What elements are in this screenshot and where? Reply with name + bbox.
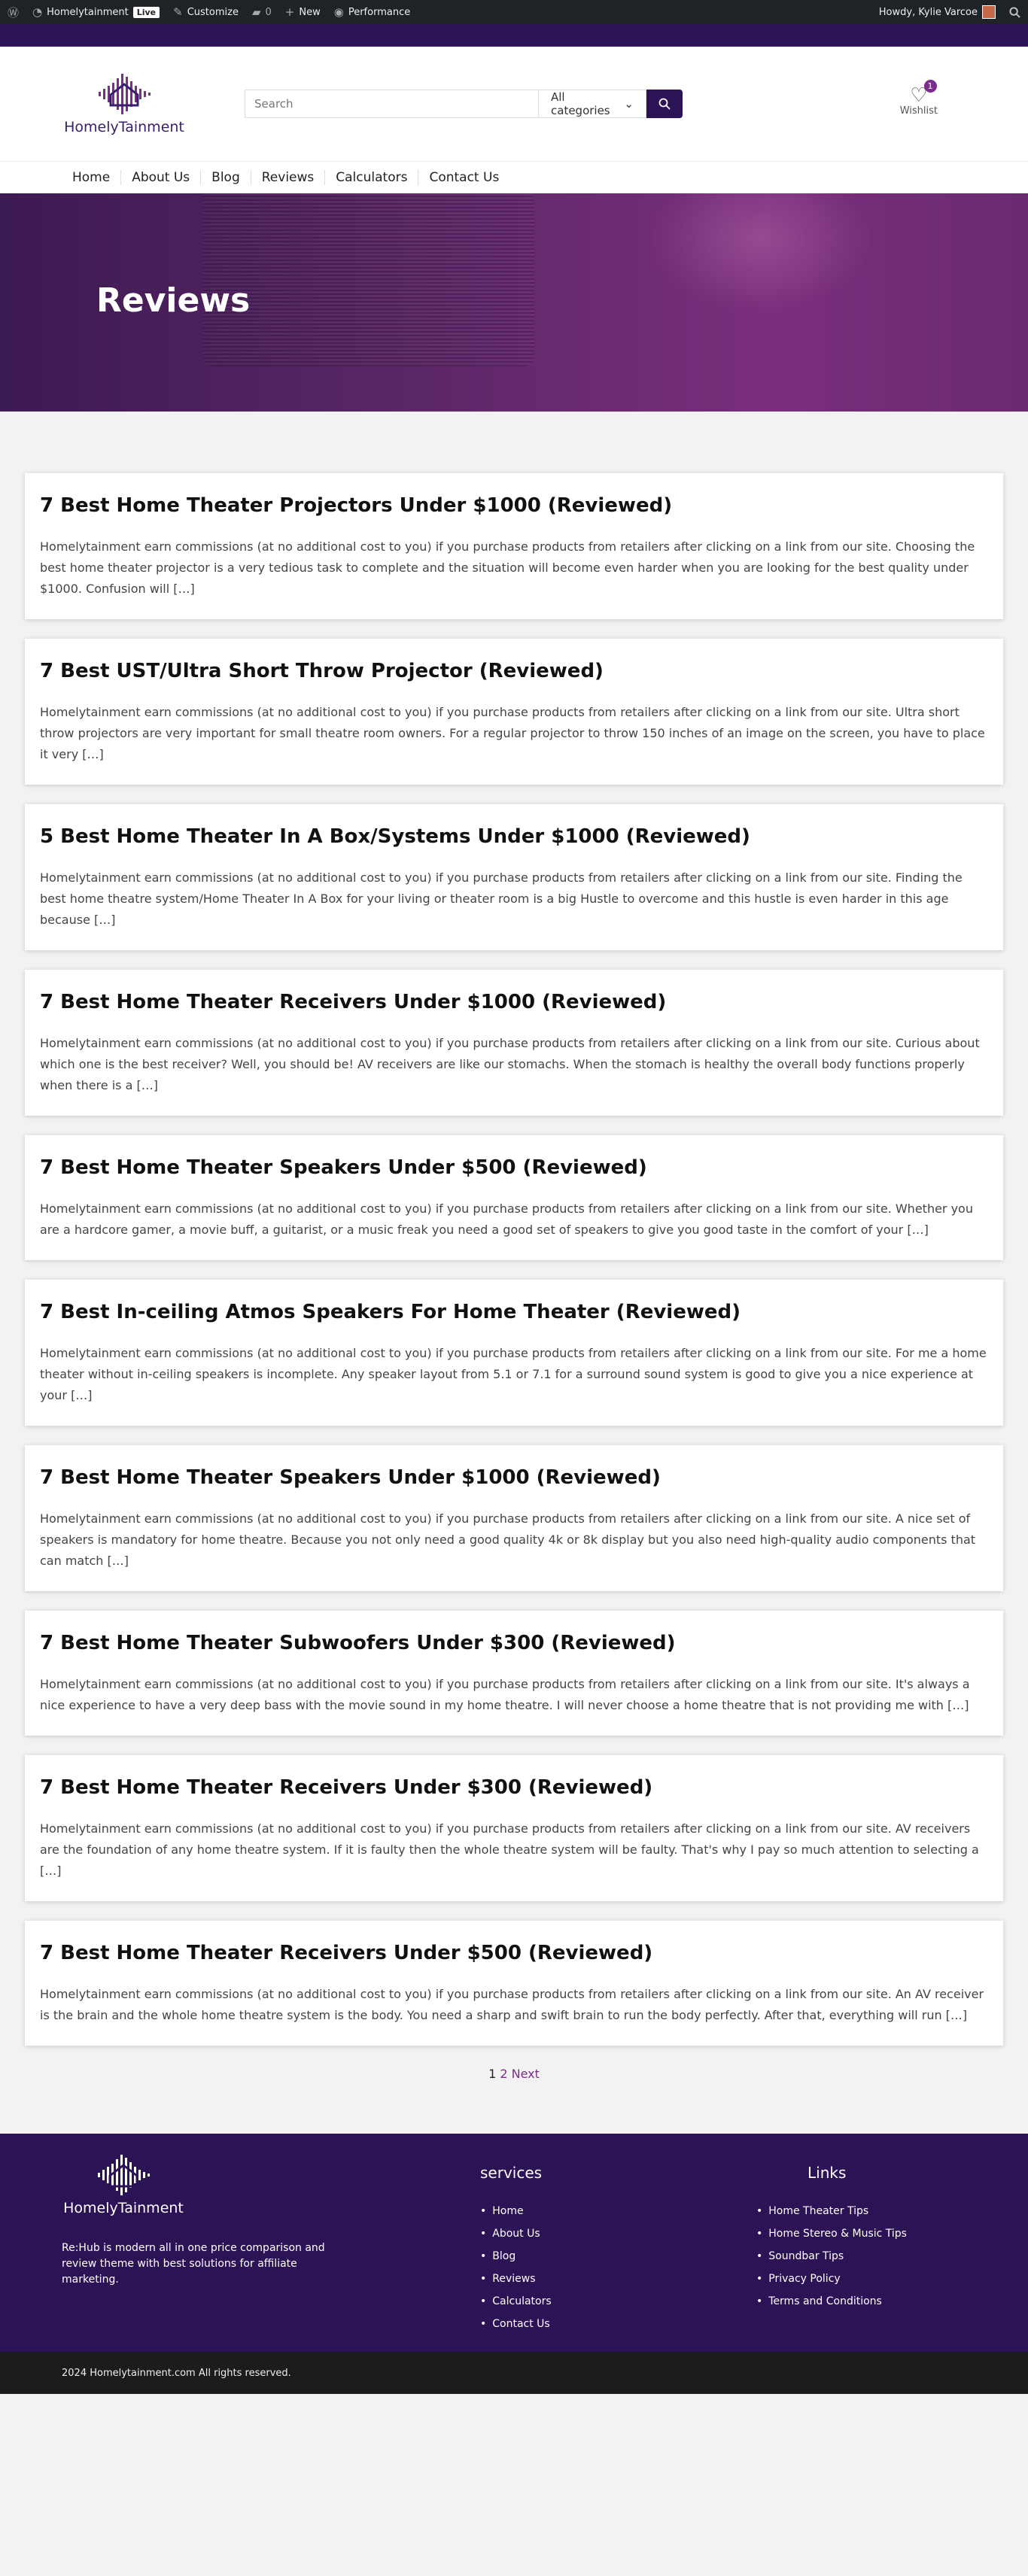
admin-site-link[interactable]: ◔ Homelytainment Live — [32, 5, 160, 19]
top-strip — [0, 24, 1028, 47]
footer-logo-mark-icon — [98, 2155, 150, 2195]
wordpress-logo-icon[interactable]: Ⓦ — [8, 5, 19, 20]
post-excerpt: Homelytainment earn commissions (at no a… — [40, 1677, 970, 1712]
post-excerpt: Homelytainment earn commissions (at no a… — [40, 1036, 980, 1092]
site-header: HomelyTainment All categories ⌄ ♡1 Wishl… — [0, 47, 1028, 161]
post-excerpt: Homelytainment earn commissions (at no a… — [40, 705, 985, 761]
post-excerpt: Homelytainment earn commissions (at no a… — [40, 1346, 987, 1402]
dashboard-icon: ◔ — [32, 5, 43, 19]
site-logo[interactable]: HomelyTainment — [60, 72, 188, 135]
nav-item-blog[interactable]: Blog — [201, 170, 251, 185]
pagination-next[interactable]: Next — [512, 2067, 540, 2081]
footer-links-title: Links — [807, 2164, 847, 2182]
comments-link[interactable]: ▰ 0 — [252, 5, 272, 19]
pagination: 1 2 Next — [0, 2065, 1028, 2134]
footer-link-home[interactable]: Home — [480, 2200, 552, 2222]
nav-item-home[interactable]: Home — [62, 170, 122, 185]
category-select[interactable]: All categories ⌄ — [538, 90, 646, 118]
chevron-down-icon: ⌄ — [624, 97, 634, 111]
pagination-current: 1 — [488, 2067, 497, 2081]
logo-mark-icon — [99, 74, 151, 114]
performance-icon: ◉ — [333, 5, 344, 19]
search-button[interactable] — [646, 90, 683, 118]
post-excerpt: Homelytainment earn commissions (at no a… — [40, 1511, 976, 1568]
wishlist-count-badge: 1 — [923, 80, 937, 93]
footer-logo-text: HomelyTainment — [63, 2200, 184, 2216]
main-nav: Home About Us Blog Reviews Calculators C… — [0, 161, 1028, 193]
footer-link-terms[interactable]: Terms and Conditions — [756, 2290, 907, 2313]
post-title[interactable]: 7 Best Home Theater Receivers Under $500… — [40, 1942, 988, 1964]
post-excerpt: Homelytainment earn commissions (at no a… — [40, 1201, 973, 1237]
footer-link-about-us[interactable]: About Us — [480, 2222, 552, 2245]
customize-link[interactable]: ✎ Customize — [173, 5, 239, 19]
brush-icon: ✎ — [173, 5, 183, 19]
heart-icon: ♡ 1 — [910, 80, 937, 105]
post-card: 7 Best Home Theater Speakers Under $500 … — [25, 1135, 1003, 1260]
post-title[interactable]: 7 Best Home Theater Projectors Under $10… — [40, 494, 988, 517]
post-card: 7 Best Home Theater Receivers Under $500… — [25, 1921, 1003, 2046]
footer-link-reviews[interactable]: Reviews — [480, 2268, 552, 2290]
copyright-text: 2024 Homelytainment.com All rights reser… — [62, 2367, 291, 2379]
nav-item-contact-us[interactable]: Contact Us — [418, 170, 509, 185]
post-title[interactable]: 7 Best Home Theater Speakers Under $1000… — [40, 1466, 988, 1489]
account-menu[interactable]: Howdy, Kylie Varcoe — [879, 5, 996, 19]
footer-link-contact-us[interactable]: Contact Us — [480, 2313, 552, 2335]
wishlist-label: Wishlist — [899, 105, 938, 117]
hero-background-image — [203, 193, 534, 366]
pagination-page-2[interactable]: 2 — [500, 2067, 507, 2081]
footer-link-soundbar-tips[interactable]: Soundbar Tips — [756, 2245, 907, 2268]
nav-item-about-us[interactable]: About Us — [121, 170, 202, 185]
post-card: 7 Best Home Theater Receivers Under $100… — [25, 970, 1003, 1116]
post-list: 7 Best Home Theater Projectors Under $10… — [0, 412, 1028, 2046]
new-content-link[interactable]: + New — [285, 5, 321, 19]
post-title[interactable]: 7 Best Home Theater Speakers Under $500 … — [40, 1156, 988, 1179]
search-form: All categories ⌄ — [245, 90, 683, 118]
post-card: 7 Best UST/Ultra Short Throw Projector (… — [25, 639, 1003, 785]
footer-link-privacy-policy[interactable]: Privacy Policy — [756, 2268, 907, 2290]
footer-services-title: services — [480, 2164, 543, 2182]
post-excerpt: Homelytainment earn commissions (at no a… — [40, 870, 963, 927]
plus-icon: + — [284, 5, 295, 19]
post-card: 7 Best In-ceiling Atmos Speakers For Hom… — [25, 1280, 1003, 1426]
search-icon — [658, 98, 671, 110]
wishlist-button[interactable]: ♡ 1 Wishlist — [899, 80, 938, 117]
live-badge: Live — [132, 6, 160, 18]
admin-search-icon[interactable] — [1009, 6, 1020, 18]
post-excerpt: Homelytainment earn commissions (at no a… — [40, 539, 975, 596]
post-card: 7 Best Home Theater Subwoofers Under $30… — [25, 1611, 1003, 1736]
post-title[interactable]: 7 Best UST/Ultra Short Throw Projector (… — [40, 660, 988, 682]
post-excerpt: Homelytainment earn commissions (at no a… — [40, 1821, 979, 1878]
performance-link[interactable]: ◉ Performance — [334, 5, 410, 19]
footer-link-calculators[interactable]: Calculators — [480, 2290, 551, 2313]
post-card: 5 Best Home Theater In A Box/Systems Und… — [25, 804, 1003, 950]
hero-background-glow — [647, 193, 873, 314]
comment-icon: ▰ — [251, 5, 261, 19]
post-card: 7 Best Home Theater Speakers Under $1000… — [25, 1445, 1003, 1591]
footer-logo[interactable]: HomelyTainment — [63, 2153, 184, 2216]
hero-banner: Reviews — [0, 193, 1028, 412]
page-title: Reviews — [96, 281, 251, 320]
footer-link-home-stereo-tips[interactable]: Home Stereo & Music Tips — [756, 2222, 907, 2245]
admin-bar: Ⓦ ◔ Homelytainment Live ✎ Customize ▰ 0 … — [0, 0, 1028, 24]
post-excerpt: Homelytainment earn commissions (at no a… — [40, 1987, 984, 2022]
footer-description: Re:Hub is modern all in one price compar… — [62, 2242, 325, 2286]
post-card: 7 Best Home Theater Projectors Under $10… — [25, 473, 1003, 619]
post-title[interactable]: 5 Best Home Theater In A Box/Systems Und… — [40, 825, 988, 848]
footer-links-column: Links Home Theater Tips Home Stereo & Mu… — [756, 2164, 907, 2313]
search-input[interactable] — [245, 90, 538, 118]
post-title[interactable]: 7 Best Home Theater Receivers Under $300… — [40, 1776, 988, 1799]
site-footer: HomelyTainment Re:Hub is modern all in o… — [0, 2134, 1028, 2352]
nav-item-reviews[interactable]: Reviews — [251, 170, 326, 185]
copyright-bar: 2024 Homelytainment.com All rights reser… — [0, 2352, 1028, 2394]
avatar — [982, 5, 996, 19]
footer-link-blog[interactable]: Blog — [480, 2245, 552, 2268]
footer-services-column: services Home About Us Blog Reviews Calc… — [480, 2164, 552, 2335]
post-card: 7 Best Home Theater Receivers Under $300… — [25, 1755, 1003, 1901]
post-title[interactable]: 7 Best Home Theater Receivers Under $100… — [40, 991, 988, 1013]
post-title[interactable]: 7 Best In-ceiling Atmos Speakers For Hom… — [40, 1301, 988, 1323]
nav-item-calculators[interactable]: Calculators — [325, 170, 419, 185]
post-title[interactable]: 7 Best Home Theater Subwoofers Under $30… — [40, 1632, 988, 1654]
footer-link-home-theater-tips[interactable]: Home Theater Tips — [756, 2200, 907, 2222]
logo-text: HomelyTainment — [64, 119, 184, 135]
